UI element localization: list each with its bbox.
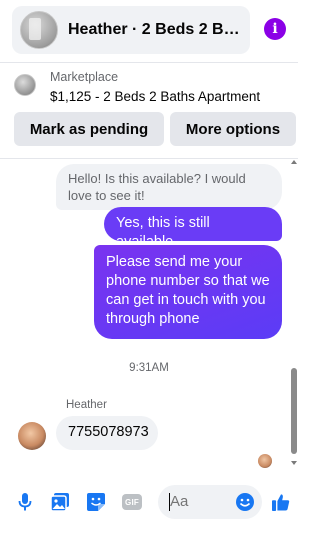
divider	[0, 158, 298, 159]
sender-avatar[interactable]	[18, 422, 46, 450]
sticker-icon[interactable]	[87, 493, 105, 511]
message-bubble-outgoing[interactable]: Please send me your phone number so that…	[94, 245, 282, 339]
message-timestamp: 9:31AM	[129, 362, 169, 374]
chat-title: Heather · 2 Beds 2 Ba···	[68, 21, 248, 38]
like-icon[interactable]	[272, 493, 290, 511]
message-bubble-incoming[interactable]: Hello! Is this available? I would love t…	[56, 164, 282, 210]
chat-title-button[interactable]: Heather · 2 Beds 2 Ba···	[12, 6, 250, 54]
info-icon[interactable]: i	[264, 18, 286, 40]
message-bubble-incoming[interactable]: 7755078973	[56, 416, 158, 450]
listing-thumbnail[interactable]	[14, 74, 36, 96]
listing-title[interactable]: $1,125 - 2 Beds 2 Baths Apartment	[50, 89, 260, 104]
message-input[interactable]	[170, 493, 228, 510]
gif-label: GIF	[122, 494, 142, 510]
listing-avatar	[20, 11, 58, 49]
scroll-down-arrow[interactable]	[291, 461, 297, 465]
mark-as-pending-button[interactable]: Mark as pending	[14, 112, 164, 146]
chat-header: Heather · 2 Beds 2 Ba··· i	[0, 0, 298, 62]
gif-icon[interactable]: GIF	[122, 493, 142, 511]
scrollbar-thumb[interactable]	[291, 368, 297, 454]
divider	[0, 62, 298, 63]
emoji-icon[interactable]	[236, 493, 254, 511]
microphone-icon[interactable]	[16, 493, 34, 511]
more-options-button[interactable]: More options	[170, 112, 296, 146]
marketplace-label: Marketplace	[50, 70, 119, 84]
read-receipt-avatar	[258, 454, 272, 468]
photo-icon[interactable]	[51, 493, 69, 511]
scroll-up-arrow[interactable]	[291, 160, 297, 164]
sender-name: Heather	[66, 399, 107, 411]
message-bubble-outgoing[interactable]: Yes, this is still available	[104, 207, 282, 250]
